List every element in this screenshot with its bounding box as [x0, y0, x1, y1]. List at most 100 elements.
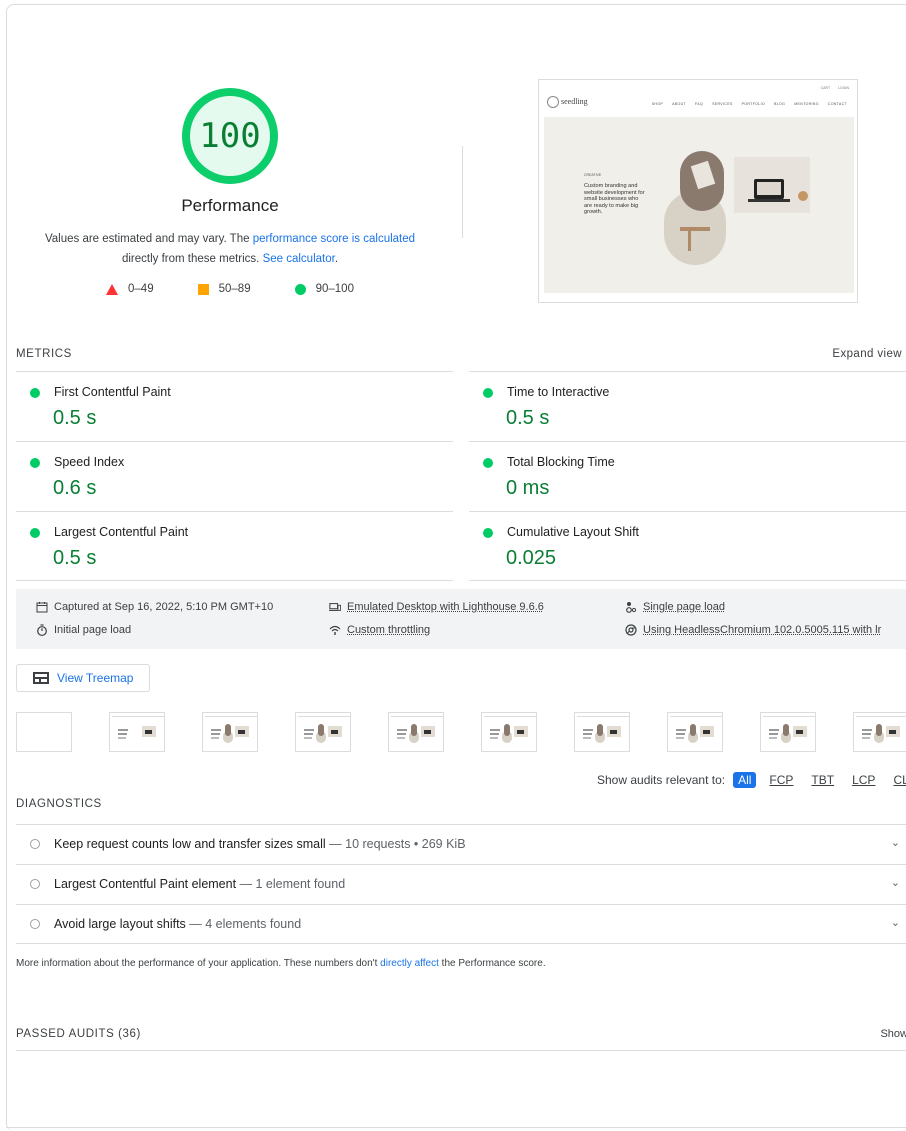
- pass-circle-icon: [30, 528, 40, 538]
- chevron-down-icon[interactable]: ⌄: [891, 916, 900, 929]
- legend-range: 50–89: [218, 283, 251, 295]
- pass-circle-icon: [483, 528, 493, 538]
- metrics-row: First Contentful Paint 0.5 s Time to Inte…: [16, 371, 906, 441]
- final-screenshot[interactable]: CART LOGIN seedling SHOP ABOUT FAQ SERVIC…: [538, 79, 858, 303]
- audit-item[interactable]: Avoid large layout shifts — 4 elements f…: [16, 904, 906, 944]
- filmstrip-frame: [853, 712, 906, 752]
- legend-range: 0–49: [128, 283, 154, 295]
- metric-cls: Cumulative Layout Shift 0.025: [469, 511, 906, 581]
- filmstrip-frame: [295, 712, 351, 752]
- screenshot-card-photo: [680, 151, 724, 211]
- metric-name: Cumulative Layout Shift: [507, 525, 640, 539]
- metric-tti: Time to Interactive 0.5 s: [469, 371, 906, 441]
- diagnostics-note: More information about the performance o…: [16, 958, 546, 969]
- metric-value: 0.025: [506, 547, 557, 569]
- legend-pass: 90–100: [294, 283, 354, 295]
- audit-item[interactable]: Keep request counts low and transfer siz…: [16, 824, 906, 864]
- filmstrip-frame: [667, 712, 723, 752]
- chrome-icon: [625, 624, 637, 636]
- score-calculated-link[interactable]: performance score is calculated: [253, 233, 415, 245]
- directly-affect-link[interactable]: directly affect: [380, 958, 439, 969]
- timer-icon: [37, 624, 47, 636]
- performance-gauge-section: 100 Performance: [0, 88, 460, 216]
- filter-fcp[interactable]: FCP: [764, 772, 798, 788]
- screenshot-cart: CART: [820, 86, 831, 90]
- triangle-icon: [106, 283, 119, 295]
- divider: [6, 1127, 906, 1128]
- audit-detail: — 10 requests • 269 KiB: [325, 837, 466, 851]
- info-circle-icon: [30, 839, 40, 849]
- single-load[interactable]: Single page load: [625, 601, 725, 613]
- filter-all[interactable]: All: [733, 772, 757, 788]
- metrics-row: Speed Index 0.6 s Total Blocking Time 0 ms: [16, 441, 906, 511]
- filmstrip-frame: [481, 712, 537, 752]
- audit-title: Keep request counts low and transfer siz…: [54, 837, 326, 851]
- metric-value: 0.5 s: [506, 407, 550, 429]
- performance-gauge[interactable]: 100: [182, 88, 278, 184]
- filmstrip-frame: [16, 712, 72, 752]
- metrics-row: Largest Contentful Paint 0.5 s Cumulative…: [16, 511, 906, 581]
- diagnostics-heading: DIAGNOSTICS: [16, 798, 102, 810]
- emulated-text[interactable]: Emulated Desktop with Lighthouse 9.6.6: [347, 601, 544, 613]
- square-icon: [197, 283, 209, 295]
- screenshot-kicker: CREATIVE: [584, 173, 602, 177]
- screenshot-nav-item: BLOG: [774, 102, 786, 106]
- captured-at: Captured at Sep 16, 2022, 5:10 PM GMT+10: [36, 601, 273, 613]
- metrics-heading: METRICS: [16, 348, 72, 360]
- metric-name: Total Blocking Time: [507, 455, 615, 469]
- screenshot-laptop-photo: [734, 157, 810, 213]
- metric-value: 0.6 s: [53, 477, 97, 499]
- note-text: Values are estimated and may vary. The: [44, 233, 253, 245]
- audit-title: Avoid large layout shifts: [54, 917, 186, 931]
- pass-circle-icon: [30, 458, 40, 468]
- audit-detail: — 1 element found: [236, 877, 346, 891]
- performance-note: Values are estimated and may vary. The p…: [30, 229, 430, 269]
- view-treemap-button[interactable]: View Treemap: [16, 664, 150, 692]
- filmstrip-frame: [388, 712, 444, 752]
- screenshot-topbar: CART LOGIN: [821, 86, 849, 90]
- single-load-text[interactable]: Single page load: [643, 601, 725, 613]
- show-passed-button[interactable]: Show: [880, 1028, 906, 1040]
- treemap-label: View Treemap: [57, 671, 134, 685]
- passed-audits-heading[interactable]: PASSED AUDITS (36): [16, 1028, 141, 1040]
- browser-info[interactable]: Using HeadlessChromium 102.0.5005.115 wi…: [625, 624, 881, 636]
- filmstrip-frame: [760, 712, 816, 752]
- audit-filter: Show audits relevant to: All FCP TBT LCP…: [597, 772, 906, 788]
- captured-text: Captured at Sep 16, 2022, 5:10 PM GMT+10: [54, 601, 274, 613]
- info-circle-icon: [30, 879, 40, 889]
- chevron-down-icon[interactable]: ⌄: [891, 876, 900, 889]
- gauge-label: Performance: [181, 196, 279, 215]
- person-icon: [626, 602, 637, 613]
- audit-title: Largest Contentful Paint element: [54, 877, 237, 891]
- filter-label: Show audits relevant to:: [597, 773, 726, 787]
- note-text-2: directly from these metrics.: [121, 253, 263, 265]
- metric-name: Largest Contentful Paint: [54, 525, 189, 539]
- circle-icon: [294, 283, 306, 295]
- chevron-down-icon[interactable]: ⌄: [891, 836, 900, 849]
- expand-view-toggle[interactable]: Expand view: [832, 348, 902, 360]
- filter-cls[interactable]: CLS: [888, 772, 906, 788]
- emulated-device[interactable]: Emulated Desktop with Lighthouse 9.6.6: [329, 601, 544, 613]
- see-calculator-link[interactable]: See calculator: [263, 253, 335, 265]
- initial-load-text: Initial page load: [54, 624, 132, 636]
- throttling[interactable]: Custom throttling: [329, 624, 430, 636]
- diag-note-text: More information about the performance o…: [16, 958, 381, 969]
- browser-text[interactable]: Using HeadlessChromium 102.0.5005.115 wi…: [643, 624, 881, 636]
- filter-lcp[interactable]: LCP: [847, 772, 880, 788]
- score-legend: 0–49 50–89 90–100: [0, 283, 460, 295]
- metric-si: Speed Index 0.6 s: [16, 441, 453, 511]
- audit-item[interactable]: Largest Contentful Paint element — 1 ele…: [16, 864, 906, 904]
- screenshot-nav-item: MENTORING: [794, 102, 819, 106]
- screenshot-nav-item: SERVICES: [712, 102, 733, 106]
- metric-value: 0.5 s: [53, 547, 97, 569]
- info-circle-icon: [30, 919, 40, 929]
- screenshot-nav-item: SHOP: [651, 102, 664, 106]
- pass-circle-icon: [30, 388, 40, 398]
- performance-score: 100: [199, 116, 261, 156]
- runtime-settings: Captured at Sep 16, 2022, 5:10 PM GMT+10…: [16, 589, 906, 649]
- filter-tbt[interactable]: TBT: [806, 772, 839, 788]
- throttling-text[interactable]: Custom throttling: [347, 624, 430, 636]
- metric-name: First Contentful Paint: [54, 385, 171, 399]
- vertical-divider: [462, 146, 463, 238]
- metrics-grid: First Contentful Paint 0.5 s Time to Inte…: [16, 371, 906, 581]
